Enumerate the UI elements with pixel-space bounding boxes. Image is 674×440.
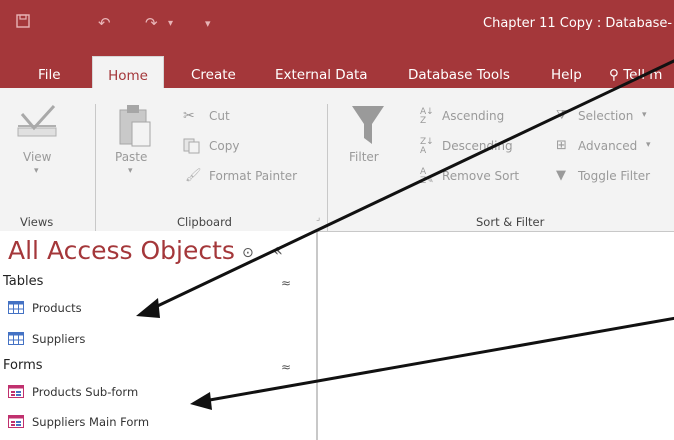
arrowhead [136,298,160,318]
arrowhead [190,392,212,410]
annotation-arrow-to-tables [148,59,674,312]
annotation-arrows [136,59,674,410]
annotation-arrow-to-forms [203,316,674,403]
